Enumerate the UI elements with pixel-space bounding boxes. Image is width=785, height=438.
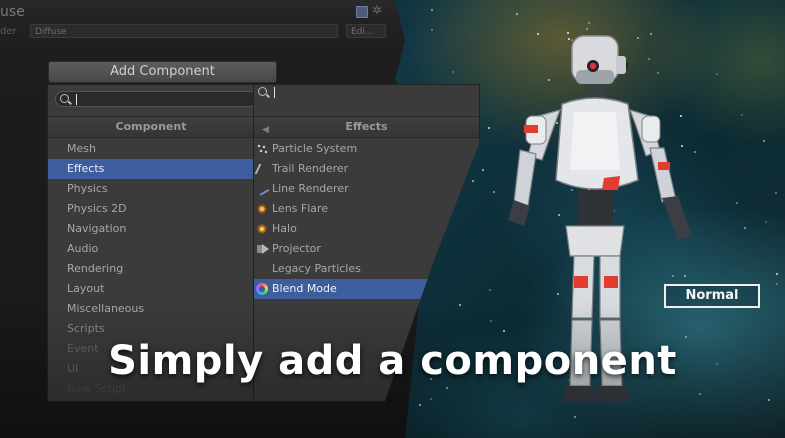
- search-icon: [60, 94, 69, 103]
- blend-mode-icon: [256, 283, 268, 295]
- component-item-physics-2d[interactable]: Physics 2D: [48, 199, 254, 219]
- effect-item-label: Trail Renderer: [272, 162, 349, 175]
- component-item-rendering[interactable]: Rendering: [48, 259, 254, 279]
- edit-shader-button[interactable]: Edi...: [346, 24, 386, 38]
- star: [764, 221, 767, 224]
- shader-dropdown[interactable]: Diffuse: [30, 24, 338, 38]
- effect-item-label: Blend Mode: [272, 282, 337, 295]
- component-item-navigation[interactable]: Navigation: [48, 219, 254, 239]
- effect-item-label: Projector: [272, 242, 321, 255]
- star: [740, 113, 743, 116]
- component-item-layout[interactable]: Layout: [48, 279, 254, 299]
- text-caret: [274, 87, 275, 98]
- component-item-audio[interactable]: Audio: [48, 239, 254, 259]
- inspector-title: use: [0, 4, 25, 20]
- star: [762, 139, 765, 142]
- star: [515, 12, 518, 15]
- star: [774, 191, 777, 194]
- lens-flare-icon: [257, 204, 267, 214]
- star: [715, 72, 718, 75]
- component-search-input[interactable]: [55, 91, 258, 107]
- effects-panel-header[interactable]: ◀ Effects: [254, 116, 479, 138]
- headline: Simply add a component: [108, 338, 677, 384]
- component-item-physics[interactable]: Physics: [48, 179, 254, 199]
- effect-item-label: Legacy Particles: [272, 262, 361, 275]
- component-item-mesh[interactable]: Mesh: [48, 139, 254, 159]
- component-item-effects[interactable]: Effects: [48, 159, 254, 179]
- shader-label: der: [0, 26, 17, 37]
- back-arrow-icon[interactable]: ◀: [262, 120, 269, 140]
- add-component-button[interactable]: Add Component: [48, 61, 277, 83]
- effect-item-label: Lens Flare: [272, 202, 329, 215]
- blend-mode-badge: Normal: [664, 284, 760, 308]
- line-renderer-icon: [254, 180, 270, 196]
- halo-icon: [257, 224, 267, 234]
- promo-scene: use ✲ der Diffuse Edi... Add Component C…: [0, 0, 785, 438]
- effect-item-label: Line Renderer: [272, 182, 349, 195]
- effect-item-particle-system[interactable]: Particle System: [254, 139, 479, 159]
- particle-system-icon: [257, 144, 267, 154]
- effect-item-label: Particle System: [272, 142, 358, 155]
- effect-item-label: Halo: [272, 222, 297, 235]
- trail-renderer-icon: [254, 164, 272, 174]
- effects-header-label: Effects: [345, 120, 388, 133]
- effect-item-line-renderer[interactable]: Line Renderer: [254, 179, 479, 199]
- star: [451, 70, 454, 73]
- component-panel-header: Component: [48, 116, 254, 138]
- gear-icon[interactable]: ✲: [372, 3, 382, 17]
- effect-item-trail-renderer[interactable]: Trail Renderer: [254, 159, 479, 179]
- effect-item-lens-flare[interactable]: Lens Flare: [254, 199, 479, 219]
- help-book-icon[interactable]: [356, 6, 368, 18]
- projector-icon: [257, 244, 269, 254]
- search-icon: [258, 87, 267, 96]
- text-caret: [76, 94, 77, 105]
